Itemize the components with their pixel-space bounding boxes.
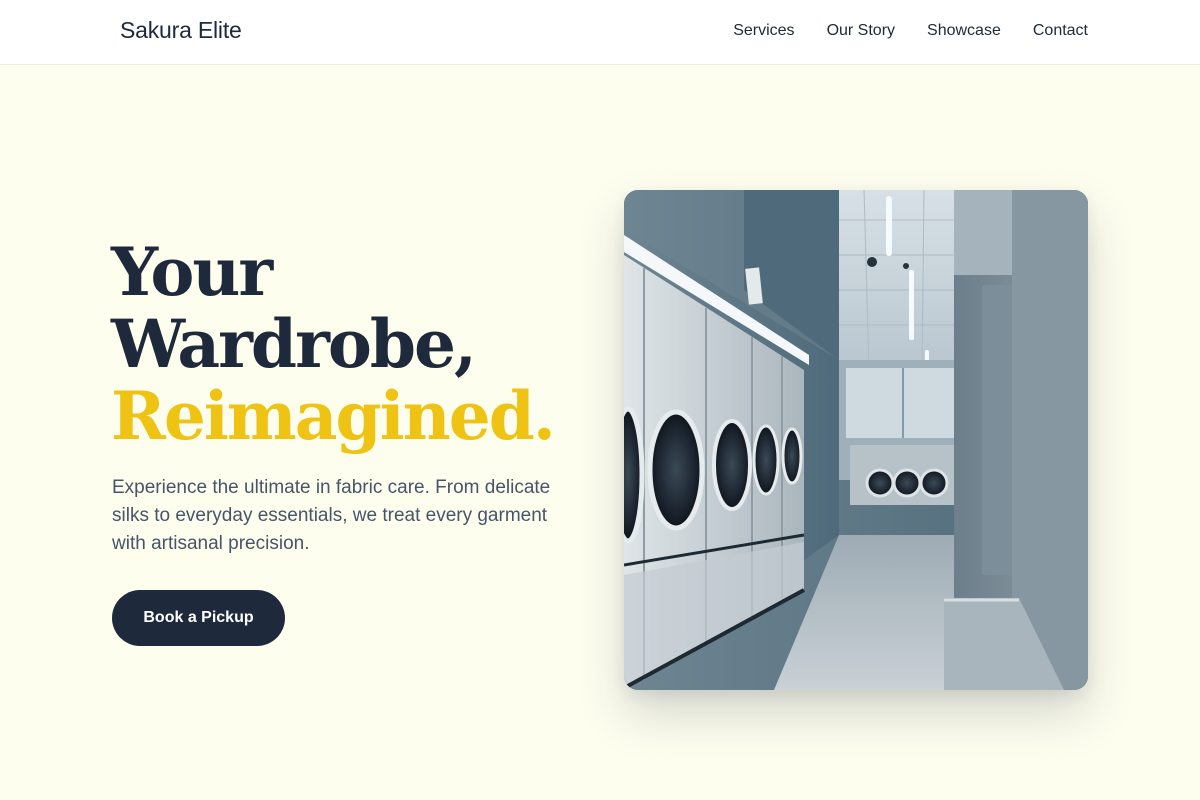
hero-title: Your Wardrobe, Reimagined. <box>111 233 556 455</box>
nav-link-services[interactable]: Services <box>733 21 794 41</box>
brand-logo[interactable]: Sakura Elite <box>120 17 242 44</box>
book-pickup-button[interactable]: Book a Pickup <box>112 590 285 646</box>
main-nav: Services Our Story Showcase Contact <box>733 21 1088 41</box>
nav-link-contact[interactable]: Contact <box>1033 21 1088 41</box>
nav-link-showcase[interactable]: Showcase <box>927 21 1001 41</box>
hero-title-accent: Reimagined. <box>111 377 556 455</box>
laundromat-image <box>624 190 1088 690</box>
site-header: Sakura Elite Services Our Story Showcase… <box>0 0 1200 65</box>
hero-title-line: Wardrobe, <box>111 305 477 383</box>
nav-link-our-story[interactable]: Our Story <box>827 21 895 41</box>
hero-title-line: Your <box>111 233 273 311</box>
hero-description: Experience the ultimate in fabric care. … <box>112 477 551 554</box>
